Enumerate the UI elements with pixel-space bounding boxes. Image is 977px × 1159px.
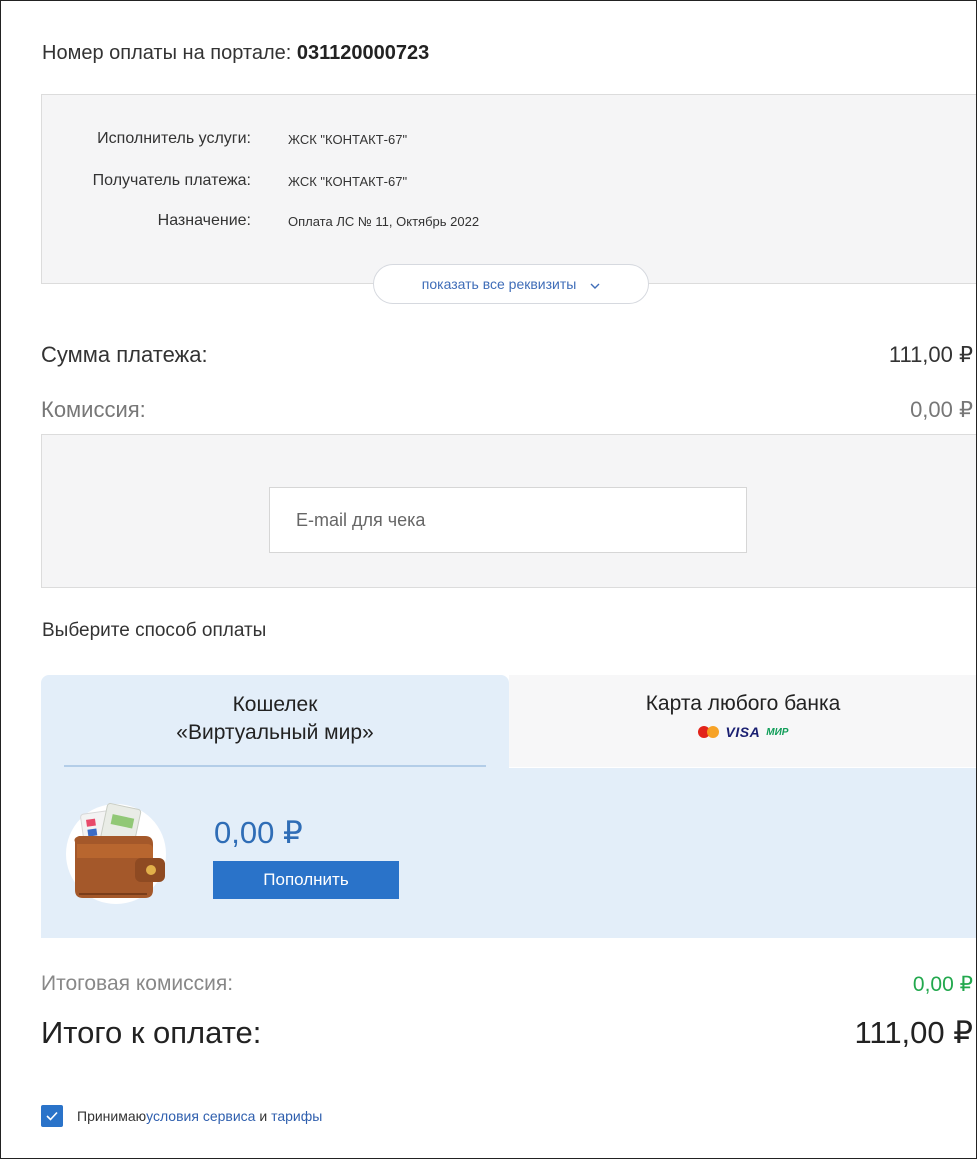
details-label: Исполнитель услуги: [97,130,251,147]
payment-details-box: Исполнитель услуги: ЖСК "КОНТАКТ-67" Пол… [41,94,976,284]
tab-bank-card[interactable]: Карта любого банка VISA МИР [509,675,976,767]
payment-method-tabs: Кошелек «Виртуальный мир» Карта любого б… [41,675,976,938]
wallet-balance: 0,00 ₽ [214,815,303,850]
show-all-details-button[interactable]: показать все реквизиты [373,264,649,304]
commission-label: Комиссия: [41,397,146,422]
details-row-purpose: Назначение: Оплата ЛС № 11, Октябрь 2022 [42,212,976,232]
total-label: Итого к оплате: [41,1015,262,1050]
payment-method-title: Выберите способ оплаты [42,620,267,641]
sum-value: 111,00 ₽ [888,342,973,367]
tab-wallet-label-line1: Кошелек [232,693,318,716]
email-input[interactable] [269,487,747,553]
details-value: ЖСК "КОНТАКТ-67" [288,174,408,189]
tab-wallet[interactable]: Кошелек «Виртуальный мир» [41,675,509,769]
chevron-down-icon [590,267,600,305]
agreement-prefix: Принимаю [77,1108,147,1124]
wallet-icon [63,798,173,904]
payment-number-label: Номер оплаты на портале: [42,42,292,64]
agreement-checkbox[interactable] [41,1105,63,1127]
tariffs-link[interactable]: тарифы [271,1108,322,1124]
details-value: Оплата ЛС № 11, Октябрь 2022 [288,214,480,229]
agreement-row: Принимаю условия сервиса и тарифы [41,1105,322,1127]
details-label: Получатель платежа: [92,172,251,189]
details-label: Назначение: [157,212,251,229]
visa-icon: VISA [725,724,761,740]
total-commission-value: 0,00 ₽ [912,973,973,996]
email-section [41,434,976,588]
payment-number: Номер оплаты на портале: 031120000723 [42,42,429,65]
total-commission-label: Итоговая комиссия: [41,972,234,995]
terms-link[interactable]: условия сервиса [146,1108,255,1124]
active-tab-underline [64,765,486,767]
show-all-details-label: показать все реквизиты [421,276,577,292]
total-value: 111,00 ₽ [854,1015,973,1050]
mir-icon: МИР [766,726,789,738]
details-row-recipient: Получатель платежа: ЖСК "КОНТАКТ-67" [42,172,976,192]
topup-button[interactable]: Пополнить [213,861,399,899]
details-row-executor: Исполнитель услуги: ЖСК "КОНТАКТ-67" [42,130,976,150]
agreement-middle: и [255,1108,272,1124]
check-icon [46,1111,58,1121]
wallet-panel: 0,00 ₽ Пополнить [41,768,976,938]
mastercard-icon [697,726,720,738]
commission-value: 0,00 ₽ [910,397,973,422]
tab-wallet-label-line2: «Виртуальный мир» [176,721,374,744]
tab-card-label: Карта любого банка [645,692,841,715]
payment-number-value: 031120000723 [296,42,430,64]
details-value: ЖСК "КОНТАКТ-67" [288,132,408,147]
card-logos: VISA МИР [509,724,976,740]
sum-label: Сумма платежа: [41,342,208,367]
payment-page: Номер оплаты на портале: 031120000723 Ис… [0,0,977,1159]
